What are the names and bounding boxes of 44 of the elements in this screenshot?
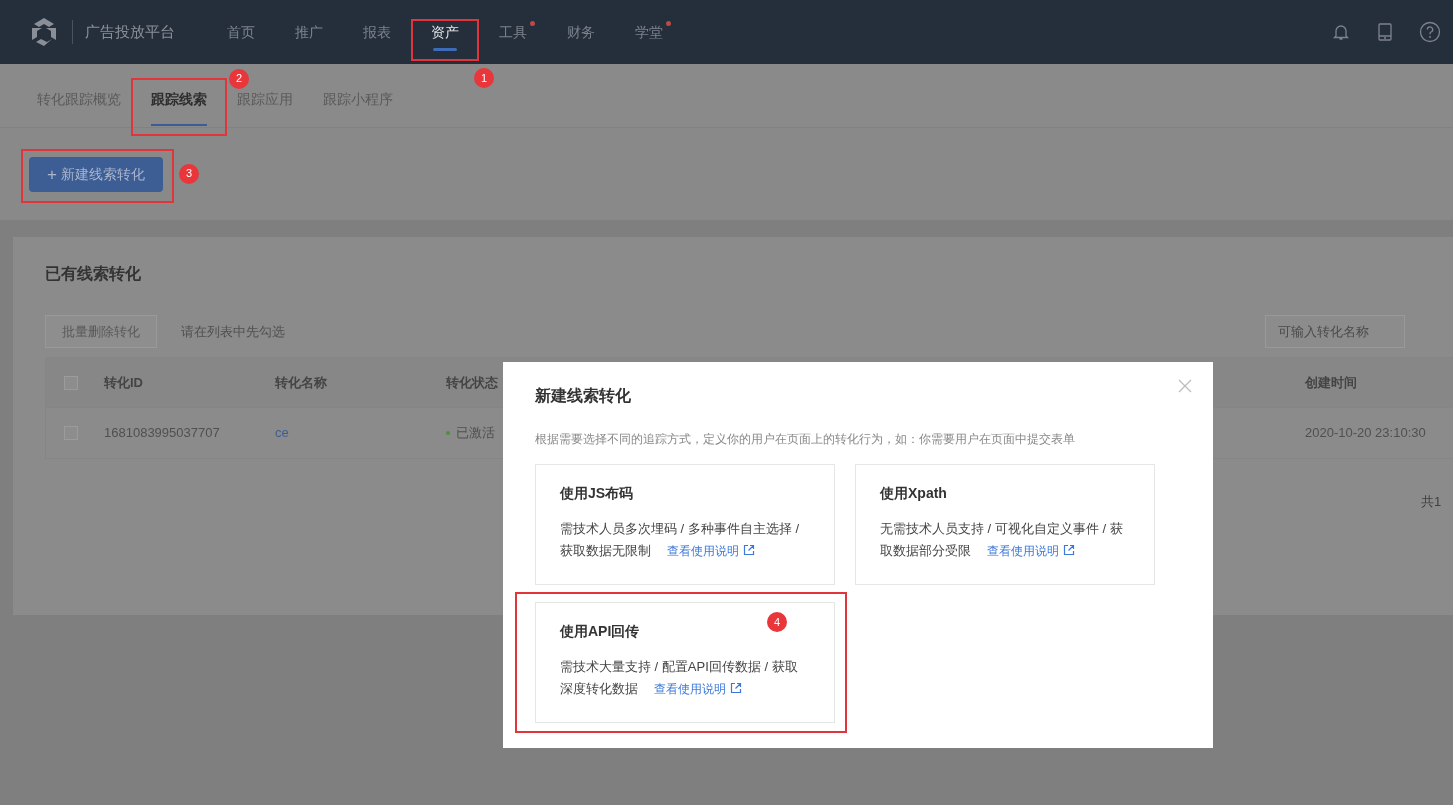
table-cell-text: 2020-10-20 23:10:30 bbox=[1305, 424, 1426, 443]
external-link-icon bbox=[730, 682, 742, 694]
search-field[interactable]: 可输入转化名称 bbox=[1265, 315, 1405, 348]
nav-tab[interactable]: 工具 bbox=[499, 0, 527, 64]
column-header: 创建时间 bbox=[1305, 373, 1357, 392]
help-icon[interactable] bbox=[1419, 21, 1441, 43]
nav-tab[interactable]: 学堂 bbox=[635, 0, 663, 64]
conversion-name-link[interactable]: ce bbox=[275, 423, 446, 443]
column-header: 转化ID bbox=[104, 373, 144, 392]
step-number-badge: 3 bbox=[179, 163, 199, 184]
nav-tab[interactable]: 报表 bbox=[363, 0, 391, 64]
option-description: 无需技术人员支持 / 可视化自定义事件 / 获取数据部分受限 查看使用说明 bbox=[880, 520, 1124, 560]
usage-guide-link[interactable]: 查看使用说明 bbox=[667, 544, 755, 558]
sub-tab[interactable]: 跟踪线索 bbox=[151, 90, 207, 107]
modal-title: 新建线索转化 bbox=[535, 386, 632, 406]
close-button[interactable] bbox=[1177, 378, 1193, 394]
external-link-icon bbox=[743, 544, 755, 556]
nav-tab[interactable]: 推广 bbox=[295, 0, 323, 64]
option-title: 使用API回传 bbox=[560, 622, 640, 641]
usage-guide-link[interactable]: 查看使用说明 bbox=[654, 682, 742, 696]
external-link-icon bbox=[1063, 544, 1075, 556]
option-card[interactable]: 使用Xpath 无需技术人员支持 / 可视化自定义事件 / 获取数据部分受限 查看使用说明 bbox=[855, 464, 1155, 585]
tablet-icon[interactable] bbox=[1375, 22, 1395, 42]
column-header: 转化名称 bbox=[275, 373, 328, 392]
nav-tab[interactable]: 首页 bbox=[227, 0, 255, 64]
nav-tab[interactable]: 资产 bbox=[431, 0, 459, 64]
usage-guide-link[interactable]: 查看使用说明 bbox=[987, 544, 1075, 558]
platform-title: 广告投放平台 bbox=[85, 21, 175, 42]
total-count: 共1 bbox=[1421, 494, 1442, 509]
step-number-badge: 2 bbox=[229, 68, 249, 89]
annotation-frame bbox=[411, 19, 479, 61]
active-tab-underline bbox=[151, 123, 207, 126]
option-title: 使用JS布码 bbox=[560, 484, 634, 503]
bell-icon[interactable] bbox=[1331, 22, 1351, 42]
option-card[interactable]: 使用JS布码 需技术人员多次埋码 / 多种事件自主选择 / 获取数据无限制 查看使用说明 bbox=[535, 464, 835, 585]
option-title: 使用Xpath bbox=[880, 484, 947, 503]
column-header: 转化状态 bbox=[446, 373, 499, 392]
table-cell-text: 1681083995037707 bbox=[104, 424, 221, 443]
option-description: 需技术大量支持 / 配置API回传数据 / 获取深度转化数据 查看使用说明 bbox=[560, 658, 799, 698]
panel-title: 已有线索转化 bbox=[45, 264, 142, 284]
option-description: 需技术人员多次埋码 / 多种事件自主选择 / 获取数据无限制 查看使用说明 bbox=[560, 520, 801, 560]
nav-tab[interactable]: 财务 bbox=[567, 0, 595, 64]
modal-description: 根据需要选择不同的追踪方式，定义你的用户在页面上的转化行为，如：你需要用户在页面中提交表单 bbox=[535, 431, 1076, 448]
new-conversion-button[interactable]: + 新建线索转化 bbox=[29, 156, 163, 192]
